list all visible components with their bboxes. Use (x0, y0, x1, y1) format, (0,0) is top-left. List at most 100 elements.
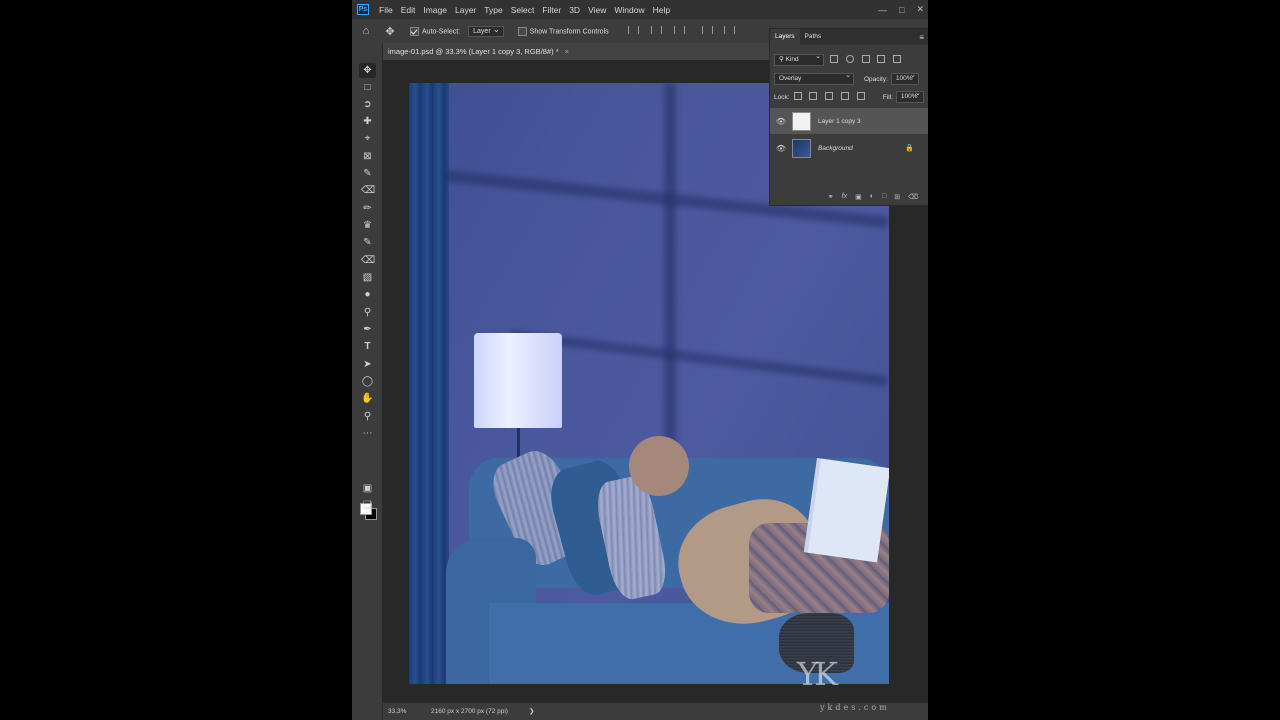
layers-panel: Layers Paths ≡ ⚲ Kind Overlay Opacity: 1… (769, 28, 928, 206)
watermark: YK ykdes.com (752, 655, 912, 715)
zoom-level[interactable]: 33.3% (388, 703, 406, 720)
filter-smart-object-icon[interactable] (893, 55, 902, 63)
layer-thumbnail (792, 111, 811, 131)
tools-panel: ✥ □ ➲ ✚ ⌖ ⊠ ✎ ⌫ ✏ ♛ ✎ ⌫ ▧ ● ⚲ ✒ T ➤ ◯ ✋ … (352, 43, 383, 720)
auto-select-checkbox[interactable]: Auto-Select: (410, 26, 461, 36)
lock-artboard-icon[interactable] (840, 92, 849, 100)
menu-bar: Ps File Edit Image Layer Type Select Fil… (352, 0, 928, 19)
home-icon[interactable]: ⌂ (358, 25, 374, 37)
type-tool-icon[interactable]: T (361, 340, 374, 353)
fill-input[interactable]: 100% (895, 89, 924, 103)
crop-tool-icon[interactable]: ⌖ (361, 132, 374, 145)
filter-type-icon[interactable] (861, 55, 870, 63)
filter-shape-icon[interactable] (877, 55, 886, 63)
layers-panel-footer: ⚭ fx ▣ ◐ □ ⊞ ⌫ (770, 193, 928, 201)
close-button[interactable]: ✕ (916, 4, 924, 15)
menu-edit[interactable]: Edit (397, 5, 420, 15)
visibility-eye-icon[interactable]: 👁 (775, 144, 787, 153)
link-layers-icon[interactable]: ⚭ (828, 193, 834, 201)
add-mask-icon[interactable]: ▣ (855, 193, 862, 201)
watermark-logo: YK (797, 655, 838, 693)
more-tools-icon[interactable]: ⋯ (361, 427, 374, 440)
gradient-tool-icon[interactable]: ▧ (361, 271, 374, 284)
person-head (629, 436, 689, 496)
menu-view[interactable]: View (584, 5, 610, 15)
transform-controls-checkbox[interactable]: Show Transform Controls (517, 26, 609, 36)
layer-style-icon[interactable]: fx (842, 193, 847, 201)
new-layer-icon[interactable]: ⊞ (894, 193, 900, 201)
dodge-tool-icon[interactable]: ⚲ (361, 306, 374, 319)
quick-select-tool-icon[interactable]: ✚ (361, 115, 374, 128)
healing-brush-tool-icon[interactable]: ⌫ (361, 184, 375, 197)
align-middle-icon[interactable] (724, 26, 736, 34)
zoom-tool-icon[interactable]: ⚲ (361, 410, 374, 423)
panel-tabs: Layers Paths ≡ (770, 29, 928, 45)
align-left-icon[interactable] (627, 26, 639, 34)
transform-controls-label: Show Transform Controls (529, 27, 609, 35)
minimize-button[interactable]: — (878, 5, 887, 15)
window-shadow-horizontal-2 (509, 329, 889, 387)
delete-layer-icon[interactable]: ⌫ (908, 193, 918, 201)
menu-filter[interactable]: Filter (538, 5, 565, 15)
lock-all-icon[interactable] (856, 92, 865, 100)
align-center-icon[interactable] (650, 26, 662, 34)
panel-menu-icon[interactable]: ≡ (919, 33, 924, 42)
layer-name[interactable]: Layer 1 copy 3 (818, 118, 861, 125)
tab-paths[interactable]: Paths (800, 29, 827, 45)
document-title: image-01.psd @ 33.3% (Layer 1 copy 3, RG… (388, 47, 559, 56)
filter-pixel-icon[interactable] (830, 55, 838, 63)
lock-icon: 🔒 (905, 145, 914, 152)
history-brush-tool-icon[interactable]: ✎ (361, 236, 374, 249)
screen-mode-icon[interactable]: ❑ (361, 499, 374, 512)
status-arrow-icon[interactable]: ❯ (529, 703, 534, 720)
visibility-eye-icon[interactable]: 👁 (775, 117, 787, 126)
menu-window[interactable]: Window (610, 5, 648, 15)
new-group-icon[interactable]: □ (882, 193, 886, 201)
align-right-icon[interactable] (673, 26, 685, 34)
auto-select-dropdown[interactable]: Layer (468, 25, 504, 37)
blend-mode-dropdown[interactable]: Overlay (774, 71, 854, 85)
menu-select[interactable]: Select (507, 5, 539, 15)
hand-tool-icon[interactable]: ✋ (361, 392, 374, 405)
filter-adjustment-icon[interactable] (845, 55, 854, 63)
opacity-input[interactable]: 100% (890, 71, 919, 85)
book (807, 458, 889, 563)
pen-tool-icon[interactable]: ✒ (361, 323, 374, 336)
close-document-icon[interactable]: × (565, 47, 569, 56)
move-tool-icon[interactable]: ✥ (359, 63, 376, 78)
menu-3d[interactable]: 3D (565, 5, 584, 15)
lock-position-icon[interactable] (825, 92, 834, 100)
menu-help[interactable]: Help (649, 5, 674, 15)
eyedropper-tool-icon[interactable]: ✎ (361, 167, 374, 180)
maximize-button[interactable]: □ (899, 5, 904, 15)
blur-tool-icon[interactable]: ● (361, 288, 374, 301)
menu-file[interactable]: File (375, 5, 397, 15)
auto-select-label: Auto-Select: (422, 27, 461, 35)
layer-row-background[interactable]: 👁 Background 🔒 (770, 135, 928, 161)
adjustment-layer-icon[interactable]: ◐ (870, 193, 874, 201)
kind-filter-dropdown[interactable]: ⚲ Kind (774, 52, 824, 66)
lasso-tool-icon[interactable]: ➲ (361, 98, 374, 111)
align-top-icon[interactable] (701, 26, 713, 34)
menu-image[interactable]: Image (419, 5, 451, 15)
path-select-tool-icon[interactable]: ➤ (361, 358, 374, 371)
brush-tool-icon[interactable]: ✏ (361, 202, 374, 215)
lamp-shade (474, 333, 562, 428)
tab-layers[interactable]: Layers (770, 29, 800, 45)
layer-name[interactable]: Background (818, 145, 853, 152)
menu-layer[interactable]: Layer (451, 5, 480, 15)
clone-stamp-tool-icon[interactable]: ♛ (361, 219, 374, 232)
document-tab[interactable]: image-01.psd @ 33.3% (Layer 1 copy 3, RG… (383, 43, 783, 60)
lock-transparent-icon[interactable] (793, 92, 802, 100)
layer-row-layer-1-copy-3[interactable]: 👁 Layer 1 copy 3 (770, 108, 928, 134)
ellipse-tool-icon[interactable]: ◯ (361, 375, 374, 388)
watermark-text: ykdes.com (820, 703, 890, 712)
quick-mask-icon[interactable]: ▣ (361, 482, 374, 495)
frame-tool-icon[interactable]: ⊠ (361, 150, 374, 163)
document-size-info: 2160 px x 2700 px (72 ppi) (431, 708, 508, 715)
move-tool-preset-icon[interactable]: ✥ (382, 25, 398, 38)
lock-image-icon[interactable] (809, 92, 818, 100)
menu-type[interactable]: Type (480, 5, 506, 15)
eraser-tool-icon[interactable]: ⌫ (361, 254, 375, 267)
marquee-tool-icon[interactable]: □ (361, 81, 374, 94)
